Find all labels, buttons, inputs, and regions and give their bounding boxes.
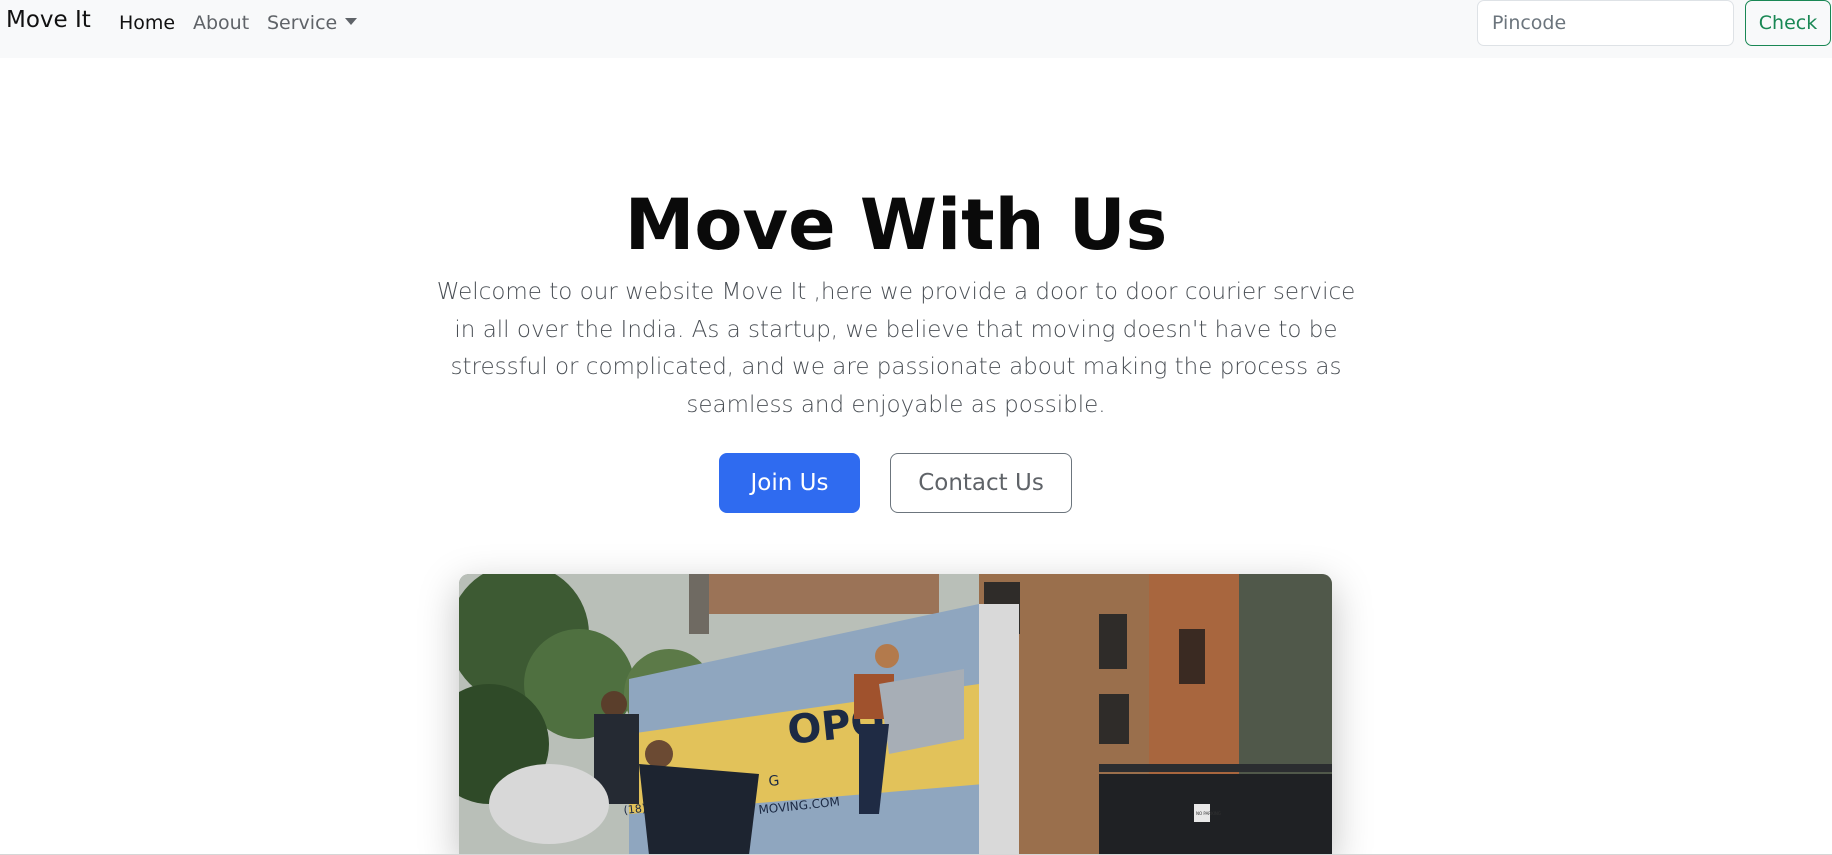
truck-text-sub: G (768, 773, 780, 790)
nav-about[interactable]: About (193, 12, 249, 34)
nav-home[interactable]: Home (119, 12, 175, 34)
check-button[interactable]: Check (1745, 0, 1831, 46)
nav-service-label: Service (267, 12, 338, 34)
brand-logo[interactable]: Move It (6, 7, 91, 33)
no-parking-sign: NO PARKING (1196, 811, 1221, 816)
navbar: Move It Home About Service Check (0, 0, 1832, 58)
join-us-button[interactable]: Join Us (719, 453, 860, 513)
hero-image: OPOLIS G MOVING.COM (18) 7 520 • NO PARK… (459, 574, 1332, 855)
hero-title: Move With Us (624, 184, 1168, 266)
pincode-input[interactable] (1477, 0, 1734, 46)
nav-service-dropdown[interactable]: Service (267, 12, 358, 34)
contact-us-button[interactable]: Contact Us (890, 453, 1072, 513)
hero-description: Welcome to our website Move It ,here we … (436, 279, 1356, 418)
moving-truck-photo: OPOLIS G MOVING.COM (18) 7 520 • NO PARK… (459, 574, 1332, 855)
caret-down-icon (345, 18, 358, 25)
